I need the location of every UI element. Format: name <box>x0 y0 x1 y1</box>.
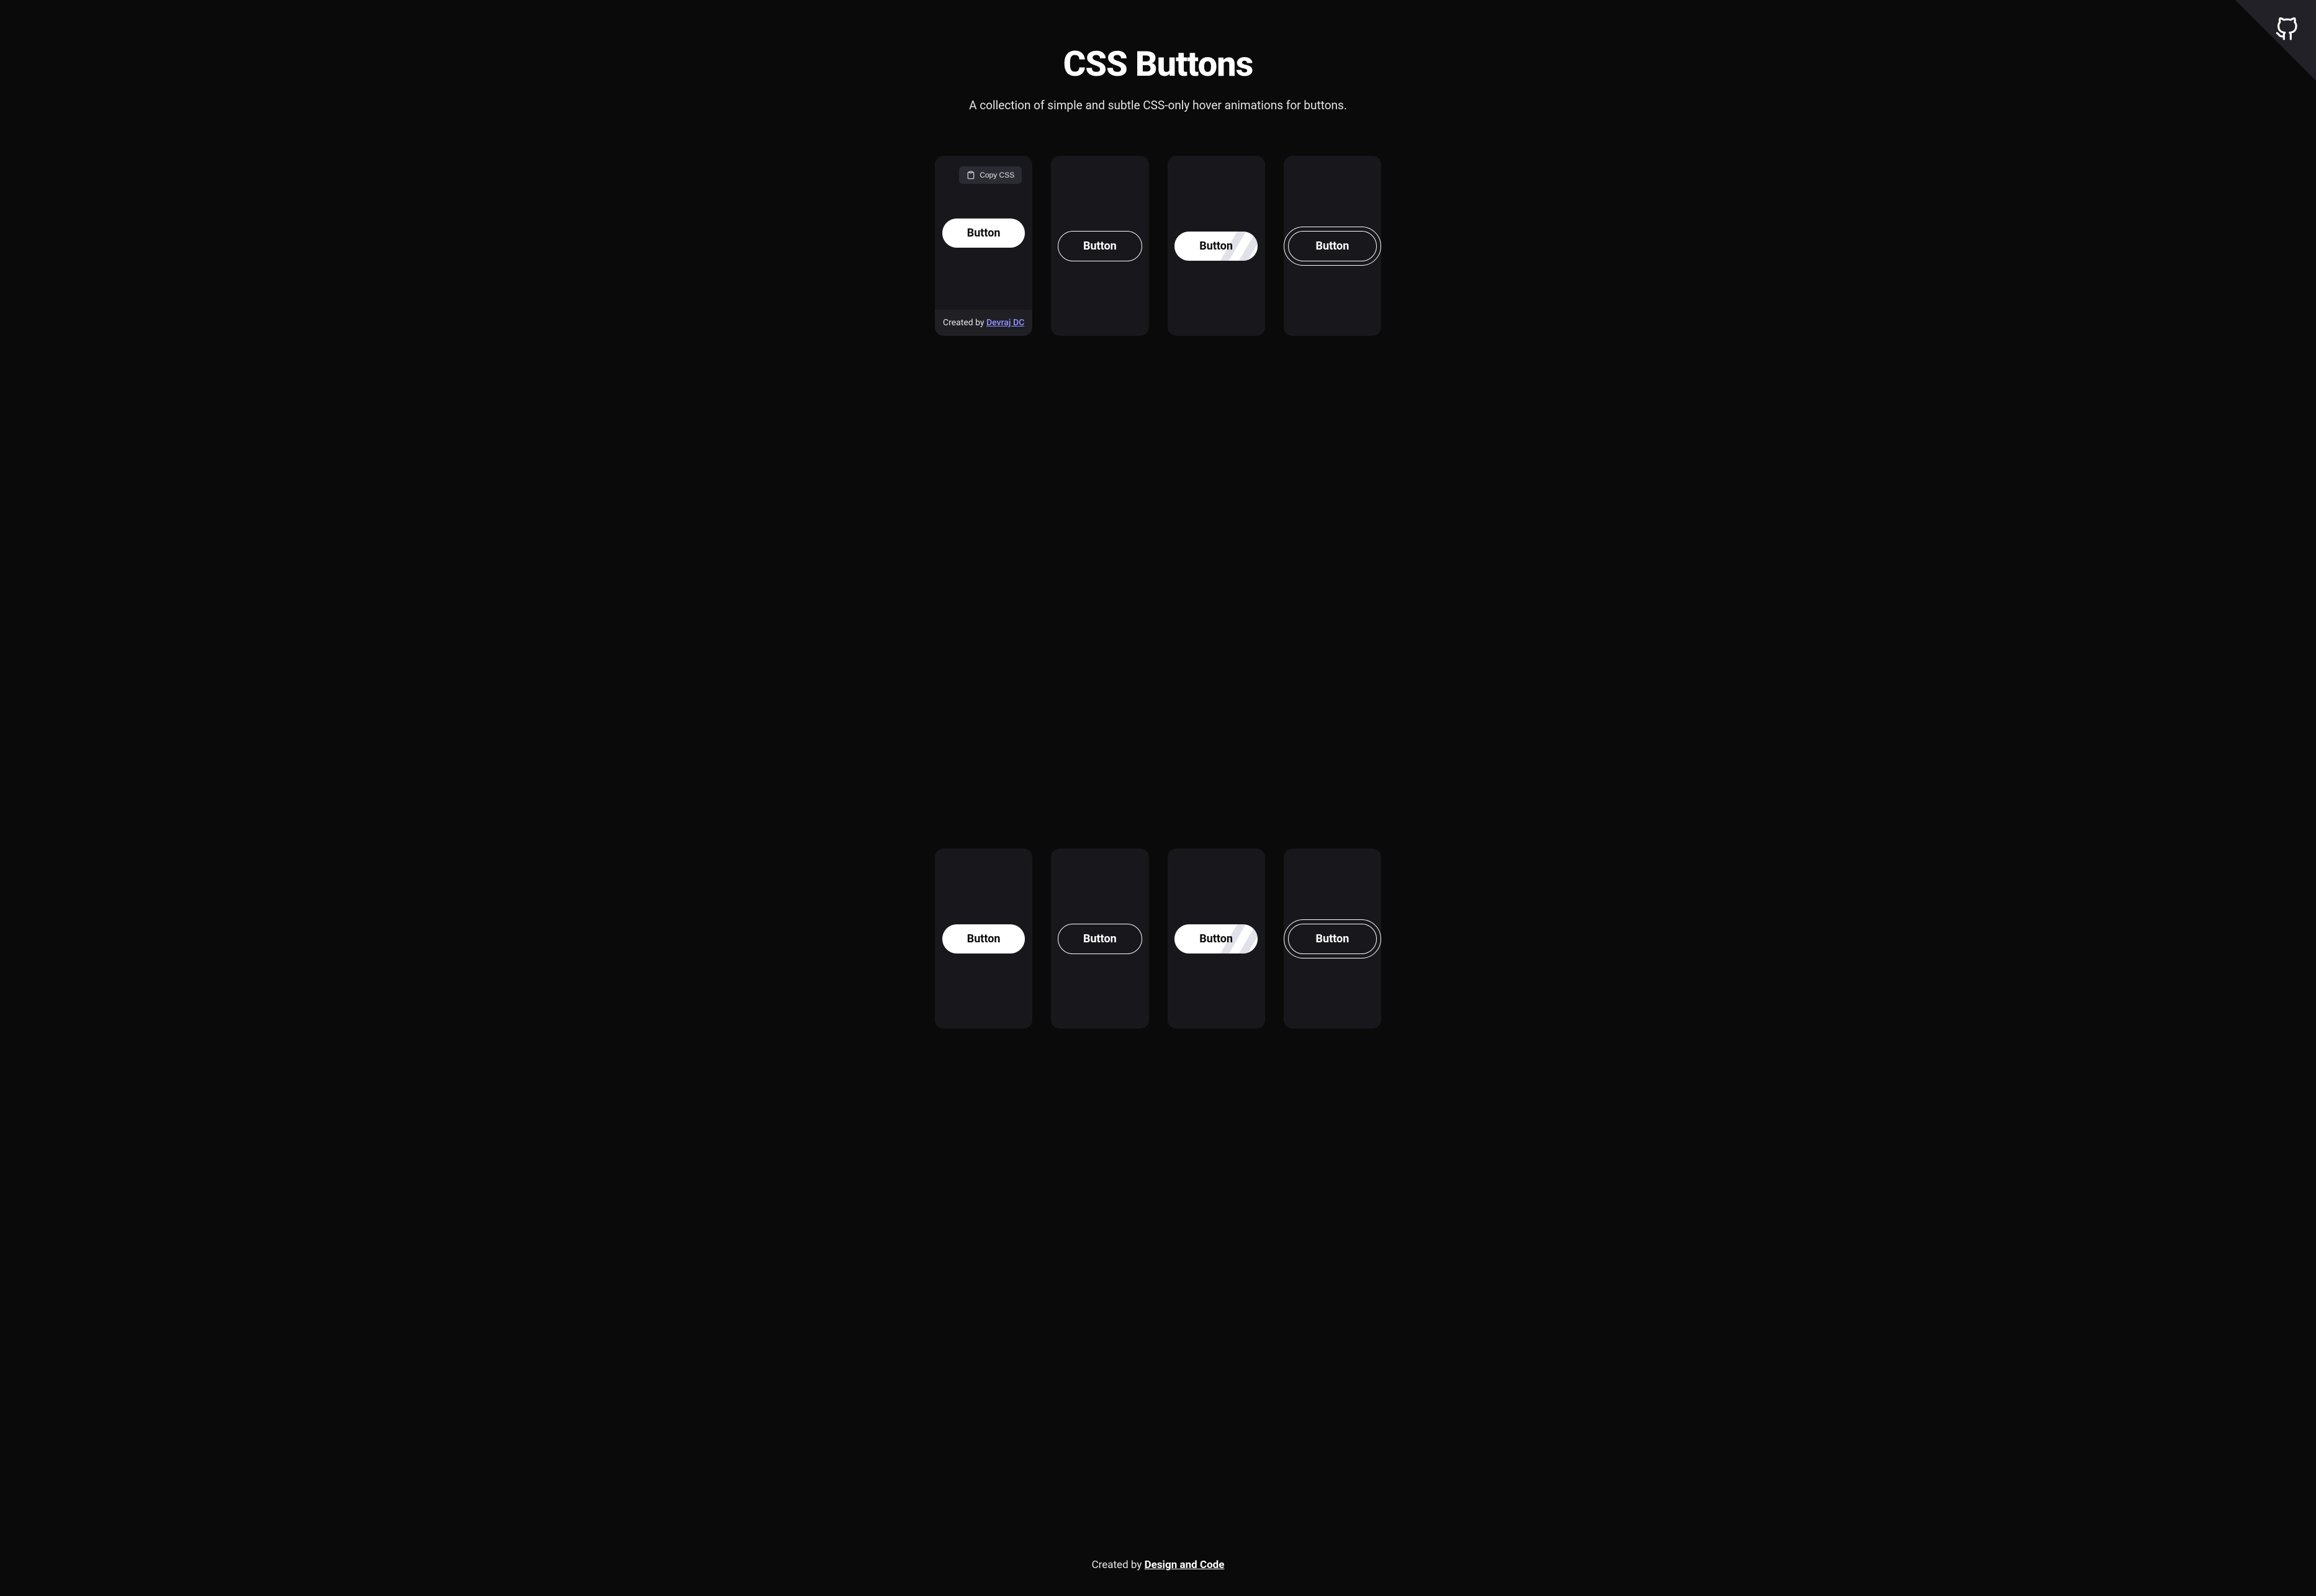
card-body: Button <box>1168 849 1265 1029</box>
footer-brand-link[interactable]: Design and Code <box>1145 1559 1225 1571</box>
demo-button-stripes[interactable]: Button <box>1174 232 1258 261</box>
card-footer-created-by: Created by <box>943 318 986 328</box>
card-body: Button <box>1284 849 1381 1029</box>
page-header: CSS Buttons A collection of simple and s… <box>0 0 2316 137</box>
footer-created-by: Created by <box>1092 1559 1145 1571</box>
card-body: Button <box>1284 156 1381 336</box>
demo-button-stripes-label: Button <box>1199 932 1233 945</box>
card-footer: Created by Devraj DC <box>935 310 1032 336</box>
button-card: Button <box>1168 849 1265 1029</box>
copy-css-label: Copy CSS <box>980 171 1014 179</box>
copy-css-button[interactable]: Copy CSS <box>959 166 1022 184</box>
card-body: Button <box>1051 156 1148 336</box>
button-card: Button <box>1168 156 1265 336</box>
button-card: Copy CSS Button Created by Devraj DC <box>935 156 1032 336</box>
demo-button-outline[interactable]: Button <box>1058 231 1142 261</box>
clipboard-icon <box>967 171 975 179</box>
button-card: Button <box>1051 156 1148 336</box>
demo-button-stripes[interactable]: Button <box>1174 924 1258 954</box>
card-body: Button <box>1051 849 1148 1029</box>
card-body: Button <box>935 849 1032 1029</box>
card-body: Copy CSS Button <box>935 156 1032 310</box>
demo-button-double-outline[interactable]: Button <box>1288 231 1377 261</box>
button-grid: Copy CSS Button Created by Devraj DC But… <box>898 137 1418 1541</box>
button-card: Button <box>1284 156 1381 336</box>
demo-button-outline[interactable]: Button <box>1058 924 1142 954</box>
demo-button-double-outline[interactable]: Button <box>1288 924 1377 954</box>
github-icon <box>2275 17 2299 41</box>
demo-button-solid[interactable]: Button <box>942 924 1025 954</box>
page-subtitle: A collection of simple and subtle CSS-on… <box>12 98 2304 112</box>
button-card: Button <box>935 849 1032 1029</box>
button-card: Button <box>1284 849 1381 1029</box>
card-footer-author-link[interactable]: Devraj DC <box>986 318 1024 328</box>
demo-button-stripes-label: Button <box>1199 240 1233 253</box>
demo-button-solid[interactable]: Button <box>942 219 1025 248</box>
page-footer: Created by Design and Code <box>0 1541 2316 1596</box>
button-card: Button <box>1051 849 1148 1029</box>
page-title: CSS Buttons <box>12 43 2304 84</box>
github-corner-link[interactable] <box>2235 0 2316 81</box>
card-body: Button <box>1168 156 1265 336</box>
